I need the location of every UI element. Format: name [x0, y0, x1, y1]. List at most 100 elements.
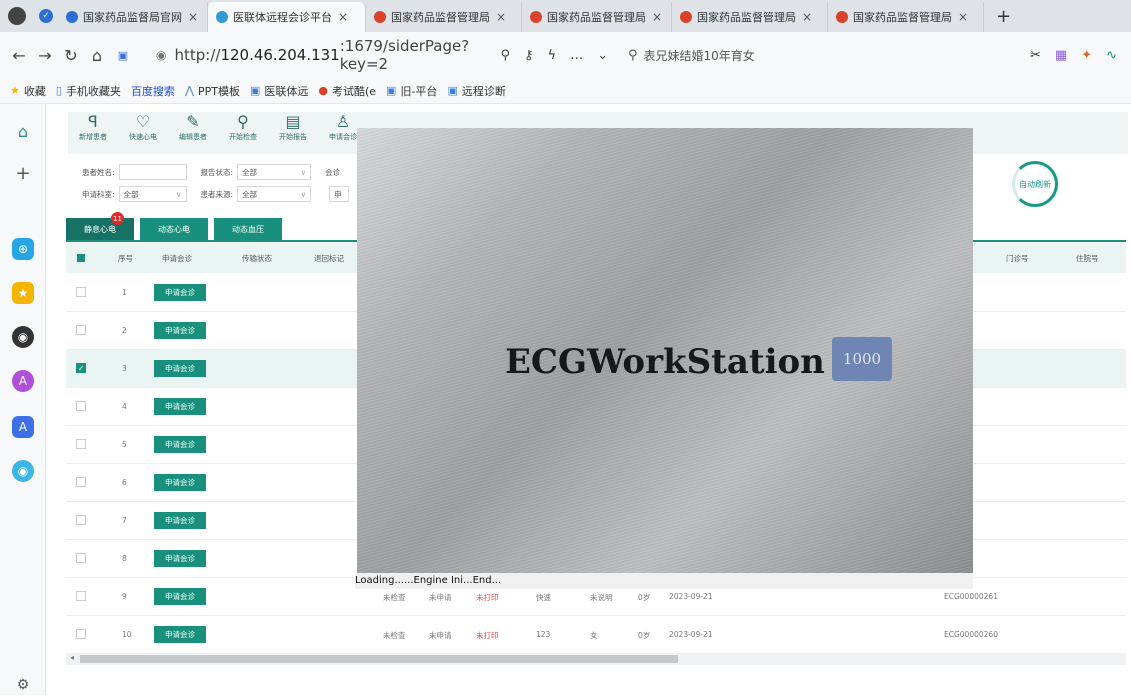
apply-consult-button[interactable]: 申请会诊	[154, 474, 206, 491]
forward-icon[interactable]: →	[32, 46, 58, 65]
bookmark-item[interactable]: ▣ 医联体远	[250, 83, 308, 99]
select-all-checkbox[interactable]	[77, 254, 85, 262]
row-index: 2	[122, 326, 127, 335]
tab-close-icon[interactable]: ×	[958, 10, 968, 24]
browser-tab[interactable]: 医联体远程会诊平台 ×	[208, 2, 366, 32]
apply-consult-button[interactable]: 申请会诊	[154, 550, 206, 567]
back-icon[interactable]: ←	[6, 46, 32, 65]
bookmark-item[interactable]: ▯ 手机收藏夹	[56, 83, 121, 99]
toolbar-button[interactable]: ♡ 快速心电	[118, 112, 168, 152]
apply-short-label: 申	[334, 189, 342, 199]
robot-app-icon[interactable]: ◉	[12, 326, 34, 348]
patient-name-label: 患者姓名:	[82, 167, 115, 177]
row-checkbox[interactable]	[76, 591, 86, 601]
plus-icon[interactable]: +	[12, 162, 34, 184]
horizontal-scrollbar[interactable]: ◂	[66, 653, 1126, 665]
patient-name-input[interactable]	[118, 164, 187, 180]
row-index: 7	[122, 516, 127, 525]
browser-tab[interactable]: 国家药品监督管理局 ×	[366, 2, 522, 32]
bookmark-item[interactable]: ▣ 旧-平台	[386, 83, 437, 99]
tab-close-icon[interactable]: ×	[338, 10, 348, 24]
translate-icon[interactable]: ▦	[1055, 48, 1067, 63]
bookmark-item[interactable]: 百度搜索	[131, 83, 175, 99]
zoom-icon[interactable]: ⚲	[500, 48, 510, 63]
chevron-down-icon[interactable]: ⌄	[597, 48, 608, 63]
home-outline-icon[interactable]: ⌂	[12, 120, 34, 142]
apply-consult-button[interactable]: 申请会诊	[154, 284, 206, 301]
data-tab-badge: 11	[111, 212, 124, 225]
data-tab[interactable]: 动态心电	[140, 218, 208, 240]
apply-consult-button[interactable]: 申请会诊	[154, 436, 206, 453]
apply-consult-button[interactable]: 申请会诊	[154, 322, 206, 339]
key-icon[interactable]: ⚷	[524, 48, 534, 63]
tab-favicon-icon	[216, 11, 228, 23]
more-icon[interactable]: …	[570, 48, 583, 63]
table-row[interactable]: 10 申请会诊 未检查 未申请 未打印 123 女 0岁 2023-09-21 ECG000002…	[66, 616, 1126, 654]
translate-app-icon[interactable]: ⊕	[12, 238, 34, 260]
scroll-left-icon[interactable]: ◂	[70, 653, 74, 662]
apply-consult-button[interactable]: 申请会诊	[154, 588, 206, 605]
auto-refresh-button[interactable]: 自动刷新	[1012, 161, 1058, 207]
tab-favicon-icon	[374, 11, 386, 23]
browser-tab[interactable]: 国家药品监督管理局 ×	[522, 2, 672, 32]
tab-favicon-icon	[836, 11, 848, 23]
bookmark-item[interactable]: ▣ 远程诊断	[447, 83, 505, 99]
star-app-icon[interactable]: ★	[12, 282, 34, 304]
ai-square-app-icon[interactable]: A	[12, 416, 34, 438]
row-checkbox[interactable]: ✓	[76, 363, 86, 373]
toolbar-button[interactable]: ✎ 编辑患者	[168, 112, 218, 152]
ai-extension-icon[interactable]: ▣	[110, 49, 136, 62]
tab-close-icon[interactable]: ×	[802, 10, 812, 24]
browser-home-circle-icon[interactable]: ✓	[34, 9, 58, 23]
apply-status: 未申请	[429, 631, 452, 640]
apply-short-field[interactable]: 申	[329, 186, 350, 202]
ai-app-icon[interactable]: A	[12, 370, 34, 392]
url-rest: :1679/siderPage?key=2	[339, 37, 470, 73]
settings-gear-icon[interactable]: ⚙	[12, 674, 34, 696]
toolbar-button[interactable]: ꟼ 新增患者	[68, 112, 118, 152]
bookmark-item[interactable]: ● 考试酷(e	[318, 83, 376, 99]
browser-logo-icon[interactable]	[0, 0, 34, 32]
tab-close-icon[interactable]: ×	[496, 10, 506, 24]
browser-tab[interactable]: 国家药品监督局官网 ×	[58, 2, 208, 32]
apply-consult-button[interactable]: 申请会诊	[154, 398, 206, 415]
tab-close-icon[interactable]: ×	[188, 10, 198, 24]
row-checkbox[interactable]	[76, 439, 86, 449]
row-checkbox[interactable]	[76, 287, 86, 297]
browser-tab[interactable]: 国家药品监督管理局 ×	[672, 2, 828, 32]
search-input[interactable]: ⚲ 表兄妹结婚10年育女	[628, 41, 928, 69]
row-checkbox[interactable]	[76, 515, 86, 525]
new-tab-button[interactable]: +	[984, 6, 1023, 27]
apply-dept-select[interactable]: 全部 ∨	[118, 186, 187, 202]
row-checkbox[interactable]	[76, 401, 86, 411]
browser-tab[interactable]: 国家药品监督管理局 ×	[828, 2, 984, 32]
toolbar-button[interactable]: ▤ 开始报告	[268, 112, 318, 152]
report-status-select[interactable]: 全部 ∨	[237, 164, 312, 180]
data-tab[interactable]: 静息心电 11	[66, 212, 134, 240]
apply-status: 未申请	[429, 593, 452, 602]
tab-favicon-icon	[530, 11, 542, 23]
data-tab[interactable]: 动态血压	[214, 218, 282, 240]
row-checkbox[interactable]	[76, 477, 86, 487]
toolbar-button[interactable]: ⚲ 开始检查	[218, 112, 268, 152]
apply-consult-button[interactable]: 申请会诊	[154, 360, 206, 377]
apply-consult-button[interactable]: 申请会诊	[154, 626, 206, 643]
reload-icon[interactable]: ↻	[58, 46, 84, 65]
row-checkbox[interactable]	[76, 629, 86, 639]
apply-consult-button[interactable]: 申请会诊	[154, 512, 206, 529]
tab-close-icon[interactable]: ×	[652, 10, 662, 24]
bookmark-item[interactable]: ★ 收藏	[10, 83, 46, 99]
lightning-icon[interactable]: ϟ	[548, 48, 557, 63]
url-field[interactable]: ◉ http://120.46.204.131:1679/siderPage?k…	[156, 37, 608, 73]
scissors-icon[interactable]: ✂	[1030, 48, 1041, 63]
row-checkbox[interactable]	[76, 325, 86, 335]
patient-source-label: 患者来源:	[200, 189, 234, 199]
bookmark-item[interactable]: ⋀ PPT模板	[185, 83, 240, 99]
patient-source-select[interactable]: 全部 ∨	[237, 186, 312, 202]
wave-icon[interactable]: ∿	[1106, 48, 1117, 63]
puzzle-icon[interactable]: ✦	[1081, 48, 1092, 63]
home-icon[interactable]: ⌂	[84, 46, 110, 65]
scrollbar-thumb[interactable]	[80, 655, 678, 663]
row-checkbox[interactable]	[76, 553, 86, 563]
chat-app-icon[interactable]: ◉	[12, 460, 34, 482]
